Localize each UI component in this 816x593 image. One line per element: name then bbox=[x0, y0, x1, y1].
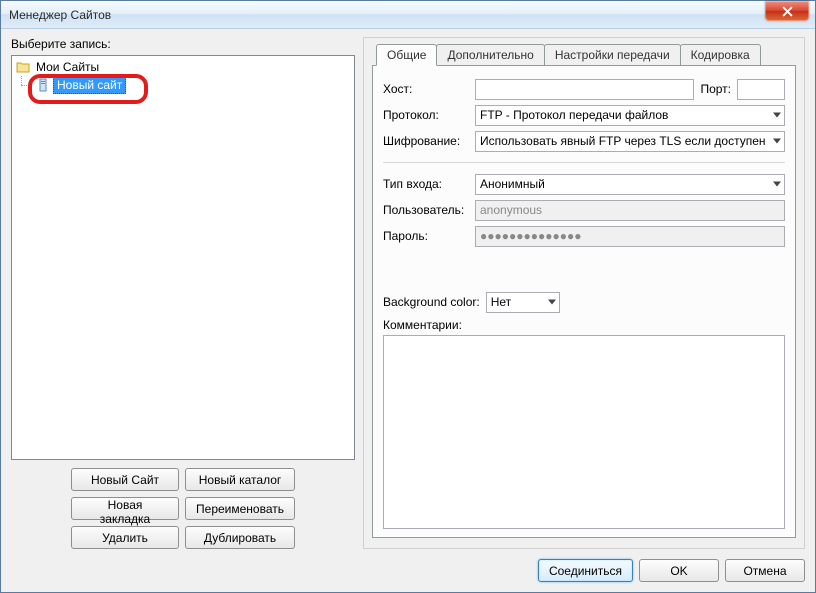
separator-1 bbox=[383, 162, 785, 163]
spacer bbox=[383, 249, 785, 289]
close-icon bbox=[782, 6, 793, 17]
comments-textarea[interactable] bbox=[383, 335, 785, 529]
protocol-label: Протокол: bbox=[383, 108, 469, 122]
logon-label: Тип входа: bbox=[383, 177, 469, 191]
left-column: Выберите запись: Мои Сайты Новый сайт bbox=[11, 37, 355, 549]
tree-root-label: Мои Сайты bbox=[33, 59, 102, 75]
select-entry-label: Выберите запись: bbox=[11, 37, 355, 51]
new-bookmark-button[interactable]: Новая закладка bbox=[71, 497, 179, 520]
pass-input bbox=[475, 226, 785, 247]
cancel-button[interactable]: Отмена bbox=[725, 559, 805, 582]
row-protocol: Протокол: FTP - Протокол передачи файлов bbox=[383, 102, 785, 128]
port-label: Порт: bbox=[700, 82, 731, 96]
host-input[interactable] bbox=[475, 79, 694, 100]
row-bgcolor: Background color: Нет bbox=[383, 289, 785, 315]
bottom-bar: Соединиться OK Отмена bbox=[11, 549, 805, 582]
main-row: Выберите запись: Мои Сайты Новый сайт bbox=[11, 37, 805, 549]
comments-label: Комментарии: bbox=[383, 318, 462, 332]
tree-buttons: Новый Сайт Новый каталог Новая закладка … bbox=[11, 468, 355, 549]
titlebar: Менеджер Сайтов bbox=[1, 1, 815, 29]
row-logon: Тип входа: Анонимный bbox=[383, 171, 785, 197]
tree-item-selected[interactable]: Новый сайт bbox=[12, 76, 354, 94]
folder-icon bbox=[16, 60, 30, 74]
row-encryption: Шифрование: Использовать явный FTP через… bbox=[383, 128, 785, 154]
encryption-select[interactable]: Использовать явный FTP через TLS если до… bbox=[475, 131, 785, 152]
row-pass: Пароль: bbox=[383, 223, 785, 249]
site-manager-window: Менеджер Сайтов Выберите запись: Мои С bbox=[0, 0, 816, 593]
window-buttons bbox=[765, 1, 815, 28]
row-user: Пользователь: bbox=[383, 197, 785, 223]
right-column: Общие Дополнительно Настройки передачи К… bbox=[363, 37, 805, 549]
tabstrip: Общие Дополнительно Настройки передачи К… bbox=[372, 44, 796, 66]
user-label: Пользователь: bbox=[383, 203, 469, 217]
host-label: Хост: bbox=[383, 82, 469, 96]
tab-charset[interactable]: Кодировка bbox=[680, 44, 761, 66]
bgcolor-select[interactable]: Нет bbox=[486, 292, 560, 313]
site-tree[interactable]: Мои Сайты Новый сайт bbox=[11, 55, 355, 460]
connect-button[interactable]: Соединиться bbox=[538, 559, 633, 582]
server-icon bbox=[36, 78, 50, 92]
ok-button[interactable]: OK bbox=[639, 559, 719, 582]
logon-select[interactable]: Анонимный bbox=[475, 174, 785, 195]
new-folder-button[interactable]: Новый каталог bbox=[185, 468, 295, 491]
row-comments-label: Комментарии: bbox=[383, 315, 785, 335]
protocol-select[interactable]: FTP - Протокол передачи файлов bbox=[475, 105, 785, 126]
rename-button[interactable]: Переименовать bbox=[185, 497, 295, 520]
tab-transfer[interactable]: Настройки передачи bbox=[544, 44, 681, 66]
tab-general[interactable]: Общие bbox=[376, 44, 437, 66]
row-host: Хост: Порт: bbox=[383, 76, 785, 102]
pass-label: Пароль: bbox=[383, 229, 469, 243]
tab-advanced[interactable]: Дополнительно bbox=[436, 44, 544, 66]
tree-item-label: Новый сайт bbox=[53, 76, 126, 94]
close-button[interactable] bbox=[765, 1, 809, 21]
content: Выберите запись: Мои Сайты Новый сайт bbox=[1, 29, 815, 592]
new-site-button[interactable]: Новый Сайт bbox=[71, 468, 179, 491]
tab-panel-general: Хост: Порт: Протокол: FTP - Протокол пер… bbox=[372, 65, 796, 538]
encryption-label: Шифрование: bbox=[383, 134, 469, 148]
delete-button[interactable]: Удалить bbox=[71, 526, 179, 549]
duplicate-button[interactable]: Дублировать bbox=[185, 526, 295, 549]
tree-root[interactable]: Мои Сайты bbox=[12, 58, 354, 76]
port-input[interactable] bbox=[737, 79, 785, 100]
user-input bbox=[475, 200, 785, 221]
window-title: Менеджер Сайтов bbox=[9, 8, 111, 22]
bgcolor-label: Background color: bbox=[383, 295, 480, 309]
